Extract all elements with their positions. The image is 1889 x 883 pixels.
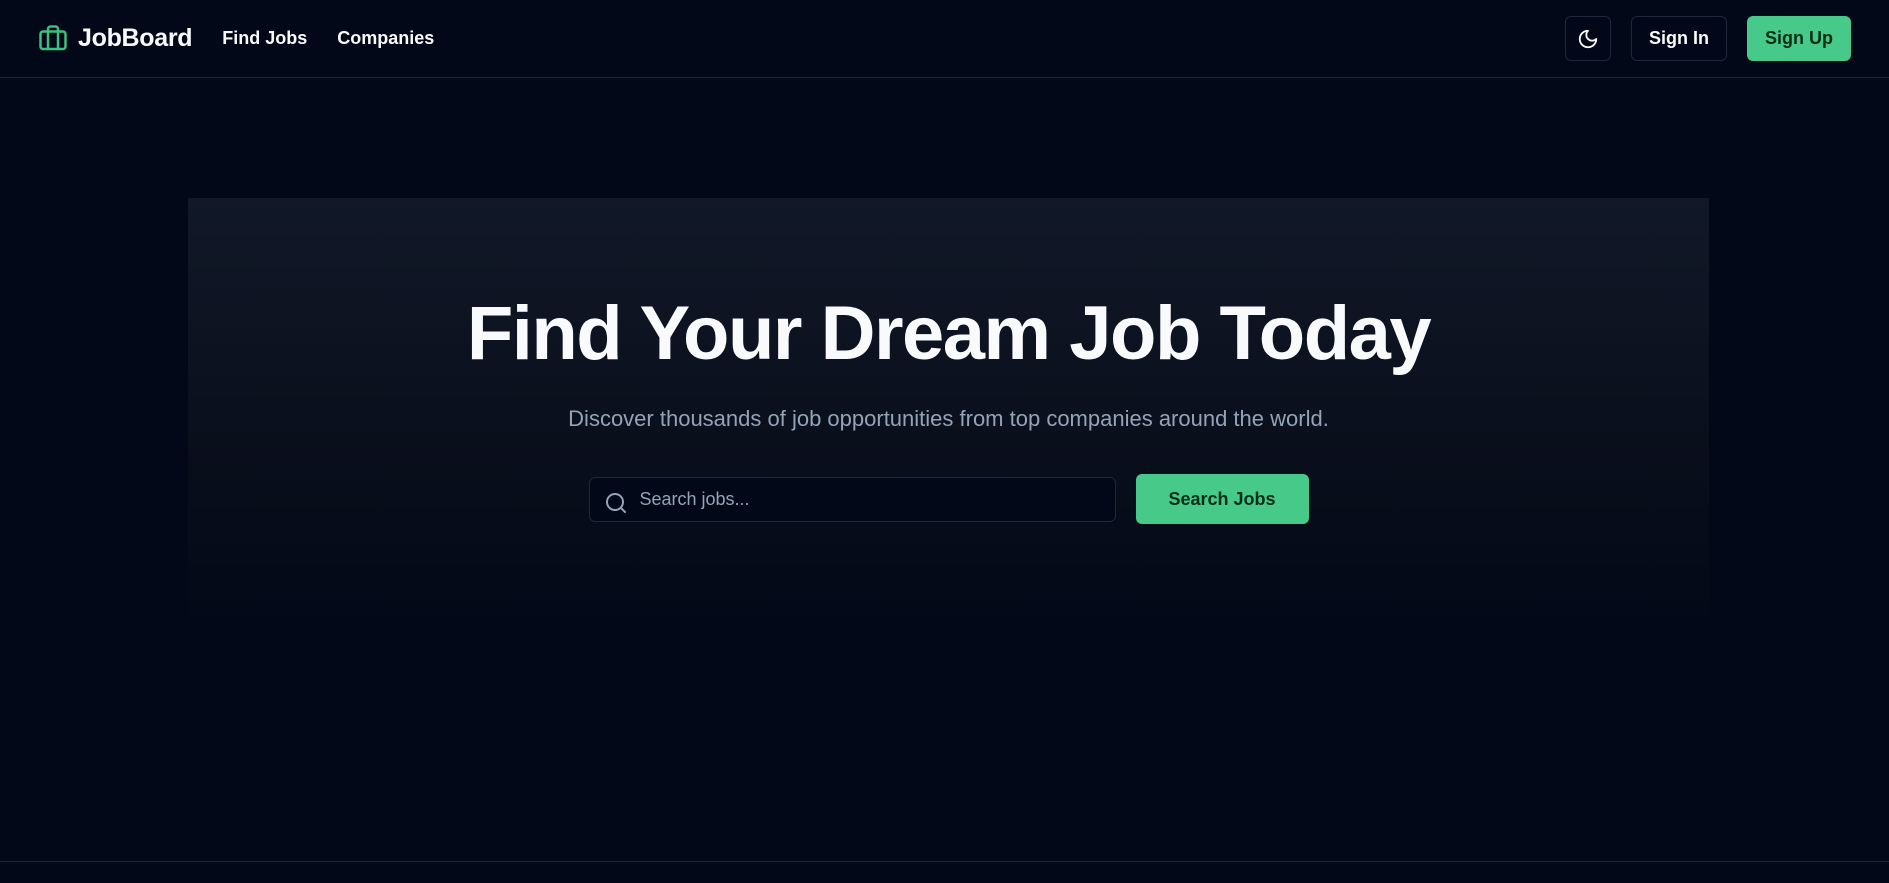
sign-in-button[interactable]: Sign In [1631,16,1727,61]
brand-name: JobBoard [78,24,193,52]
sign-up-button[interactable]: Sign Up [1747,16,1851,61]
search-form: Search Jobs [588,474,1309,524]
top-navbar: JobBoard Find Jobs Companies Sign In Sig… [0,0,1889,78]
navbar-actions: Sign In Sign Up [1565,16,1851,61]
primary-nav: Find Jobs Companies [222,28,464,49]
nav-link-find-jobs[interactable]: Find Jobs [222,28,307,49]
moon-icon [1577,28,1599,50]
search-input[interactable] [589,477,1115,521]
footer-divider [0,861,1889,862]
briefcase-icon [38,24,68,54]
search-jobs-button[interactable]: Search Jobs [1135,474,1309,524]
search-box [588,476,1116,522]
brand-logo-link[interactable]: JobBoard [38,24,193,54]
hero-title: Find Your Dream Job Today [466,291,1432,376]
hero-subtitle: Discover thousands of job opportunities … [568,406,1329,431]
hero-section: Find Your Dream Job Today Discover thous… [188,198,1709,638]
theme-toggle-button[interactable] [1565,16,1611,61]
search-icon [604,491,628,515]
nav-link-companies[interactable]: Companies [337,28,434,49]
